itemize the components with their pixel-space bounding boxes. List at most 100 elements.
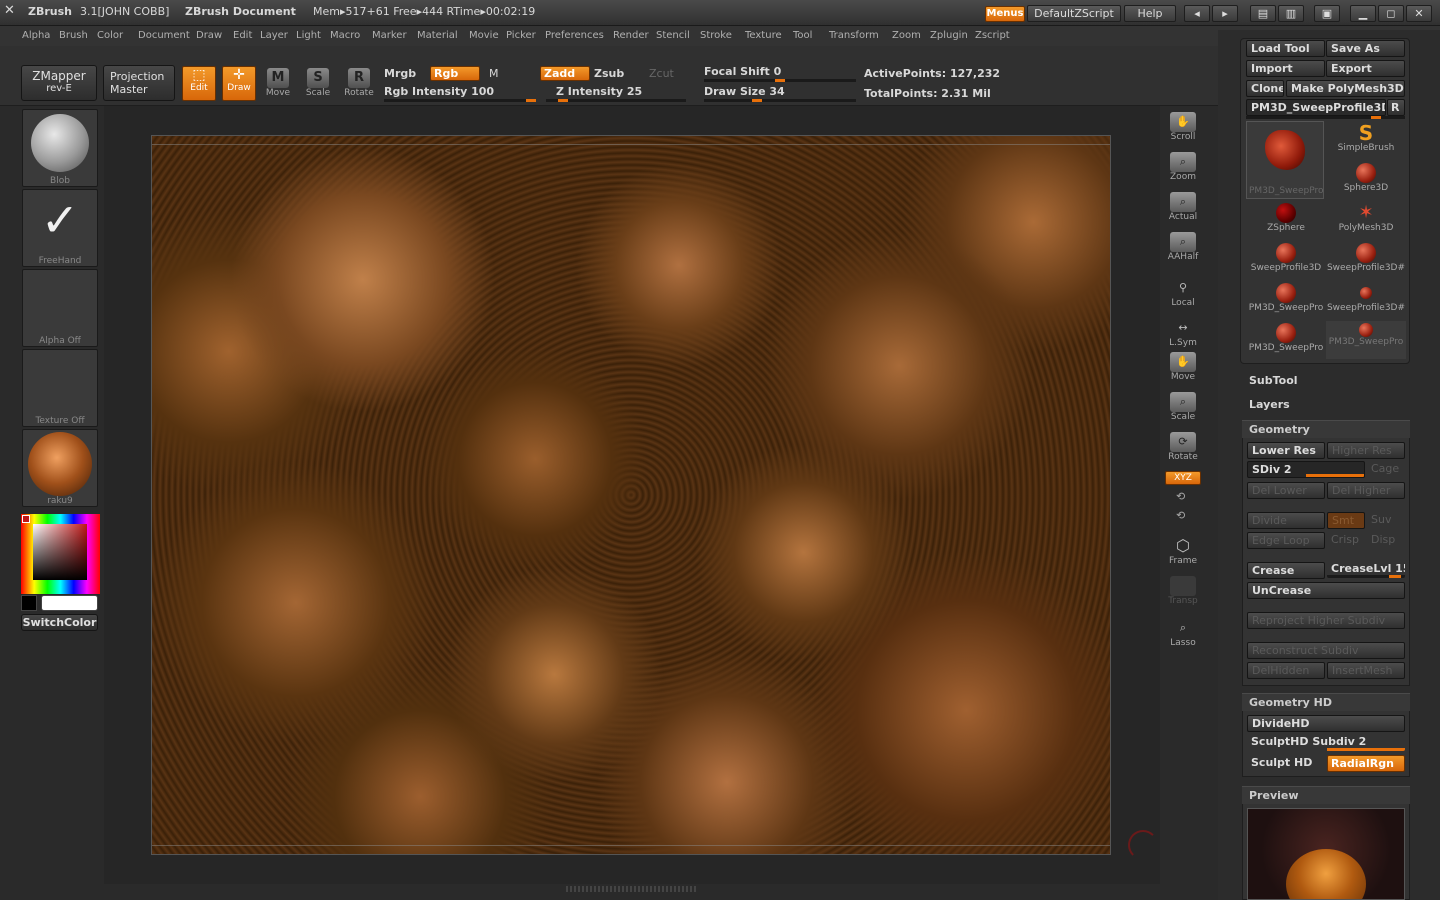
preview-header[interactable]: Preview — [1242, 786, 1410, 804]
make-polymesh-button[interactable]: Make PolyMesh3D — [1286, 80, 1405, 97]
move-view-button[interactable]: ✋ Move — [1164, 350, 1202, 386]
pm3d-sweeppro-tool-2[interactable]: PM3D_SweepPro — [1246, 321, 1326, 359]
polymesh3d-tool[interactable]: ✶ PolyMesh3D — [1326, 201, 1406, 239]
draw-size-slider[interactable] — [704, 99, 856, 102]
load-tool-button[interactable]: Load Tool — [1246, 40, 1325, 57]
move-mode-button[interactable]: M Move — [262, 66, 294, 104]
rotate-mode-button[interactable]: R Rotate — [343, 66, 375, 104]
m-toggle[interactable]: M — [489, 67, 499, 80]
lower-res-button[interactable]: Lower Res — [1247, 442, 1325, 459]
menu-zscript[interactable]: Zscript — [975, 30, 1010, 41]
zadd-toggle[interactable]: Zadd — [540, 66, 590, 81]
menu-macro[interactable]: Macro — [330, 30, 360, 41]
aahalf-button[interactable]: ⌕ AAHalf — [1164, 230, 1202, 266]
import-button[interactable]: Import — [1246, 60, 1325, 77]
menu-light[interactable]: Light — [296, 30, 321, 41]
projection-master-button[interactable]: Projection Master — [103, 65, 175, 101]
menu-movie[interactable]: Movie — [469, 30, 499, 41]
uncrease-button[interactable]: UnCrease — [1247, 582, 1405, 599]
zoom-button[interactable]: ⌕ Zoom — [1164, 150, 1202, 186]
tool-slider[interactable] — [1246, 116, 1405, 119]
menu-picker[interactable]: Picker — [506, 30, 536, 41]
frame-button[interactable]: ⬡ Frame — [1164, 534, 1202, 570]
rotate-z-icon[interactable]: ⟲ — [1176, 509, 1185, 522]
document-canvas[interactable] — [151, 135, 1111, 855]
save-as-button[interactable]: Save As — [1326, 40, 1405, 57]
higher-res-button[interactable]: Higher Res — [1327, 442, 1405, 459]
del-lower-button[interactable]: Del Lower — [1247, 482, 1325, 499]
texture-selector[interactable]: Texture Off — [22, 349, 98, 427]
pm3d-sweeppro-tool-3[interactable]: PM3D_SweepPro — [1326, 321, 1406, 359]
crease-button[interactable]: Crease — [1247, 562, 1325, 579]
pm3d-sweeppro-tool-1[interactable]: PM3D_SweepPro — [1246, 281, 1326, 319]
r-button[interactable]: R — [1387, 99, 1405, 116]
menu-draw[interactable]: Draw — [196, 30, 222, 41]
maximize-icon[interactable]: ◻ — [1378, 5, 1404, 22]
menu-color[interactable]: Color — [97, 30, 123, 41]
menu-stroke[interactable]: Stroke — [700, 30, 732, 41]
menu-material[interactable]: Material — [417, 30, 458, 41]
lasso-button[interactable]: ⌕ Lasso — [1164, 616, 1202, 652]
geometry-header[interactable]: Geometry — [1242, 420, 1410, 438]
crisp-toggle[interactable]: Crisp — [1327, 532, 1365, 549]
default-zscript-button[interactable]: DefaultZScript — [1027, 5, 1121, 22]
zsub-toggle[interactable]: Zsub — [594, 67, 624, 80]
rotate-view-button[interactable]: ⟳ Rotate — [1164, 430, 1202, 466]
menu-zoom[interactable]: Zoom — [892, 30, 921, 41]
sculpthd-subdiv-slider[interactable]: SculptHD Subdiv 2 — [1247, 734, 1405, 751]
transp-button[interactable]: Transp — [1164, 574, 1202, 610]
clone-button[interactable]: Clone — [1246, 80, 1284, 97]
mrgb-toggle[interactable]: Mrgb — [384, 67, 416, 80]
stroke-selector[interactable]: ✓ FreeHand — [22, 189, 98, 267]
switch-color-button[interactable]: SwitchColor — [21, 614, 98, 631]
reconstruct-subdiv-button[interactable]: Reconstruct Subdiv — [1247, 642, 1405, 659]
focal-shift-slider[interactable] — [704, 79, 856, 82]
shrink-interface-icon[interactable]: ◂ — [1184, 5, 1210, 22]
minimize-icon[interactable]: ▁ — [1350, 5, 1376, 22]
smt-toggle[interactable]: Smt — [1327, 512, 1365, 529]
del-higher-button[interactable]: Del Higher — [1327, 482, 1405, 499]
menu-alpha[interactable]: Alpha — [22, 30, 50, 41]
menus-button[interactable]: Menus — [985, 6, 1025, 22]
insertmesh-button[interactable]: InsertMesh — [1327, 662, 1405, 679]
layout-1-icon[interactable]: ▤ — [1250, 5, 1276, 22]
lock-icon[interactable]: ▣ — [1314, 5, 1340, 22]
sweepprofile3d-tool[interactable]: SweepProfile3D — [1246, 241, 1326, 279]
rgb-toggle[interactable]: Rgb — [430, 66, 480, 81]
secondary-color-swatch[interactable] — [21, 595, 37, 611]
cage-button[interactable]: Cage — [1367, 461, 1405, 478]
rgb-intensity-slider[interactable] — [384, 99, 536, 102]
color-picker[interactable] — [21, 514, 100, 594]
material-selector[interactable]: raku9 — [22, 429, 98, 507]
reproject-higher-subdiv-button[interactable]: Reproject Higher Subdiv — [1247, 612, 1405, 629]
zsphere-tool[interactable]: ZSphere — [1246, 201, 1326, 239]
disp-slider[interactable]: Disp — [1367, 532, 1405, 549]
menu-zplugin[interactable]: Zplugin — [930, 30, 968, 41]
export-button[interactable]: Export — [1326, 60, 1405, 77]
sdiv-slider[interactable]: SDiv 2 — [1247, 461, 1365, 478]
delhidden-button[interactable]: DelHidden — [1247, 662, 1325, 679]
sweepprofile3d-hash-tool-2[interactable]: SweepProfile3D# — [1326, 281, 1406, 319]
menu-layer[interactable]: Layer — [260, 30, 288, 41]
menu-render[interactable]: Render — [613, 30, 649, 41]
suv-toggle[interactable]: Suv — [1367, 512, 1405, 529]
rotate-y-icon[interactable]: ⟲ — [1176, 490, 1185, 503]
local-button[interactable]: ⚲ Local — [1164, 276, 1202, 312]
zcut-toggle[interactable]: Zcut — [649, 67, 674, 80]
zmapper-button[interactable]: ZMapper rev-E — [21, 65, 97, 101]
divide-button[interactable]: Divide — [1247, 512, 1325, 529]
geometry-hd-header[interactable]: Geometry HD — [1242, 693, 1410, 711]
sweepprofile3d-hash-tool[interactable]: SweepProfile3D# — [1326, 241, 1406, 279]
help-button[interactable]: Help — [1124, 5, 1176, 22]
menu-transform[interactable]: Transform — [829, 30, 879, 41]
alpha-selector[interactable]: Alpha Off — [22, 269, 98, 347]
menu-marker[interactable]: Marker — [372, 30, 407, 41]
dividehd-button[interactable]: DivideHD — [1247, 715, 1405, 732]
brush-selector[interactable]: Blob — [22, 109, 98, 187]
menu-preferences[interactable]: Preferences — [545, 30, 604, 41]
draw-mode-button[interactable]: ✛ Draw — [222, 66, 256, 101]
menu-stencil[interactable]: Stencil — [656, 30, 690, 41]
edge-loop-button[interactable]: Edge Loop — [1247, 532, 1325, 549]
edit-mode-button[interactable]: ⬚ Edit — [182, 66, 216, 101]
layout-2-icon[interactable]: ▥ — [1278, 5, 1304, 22]
